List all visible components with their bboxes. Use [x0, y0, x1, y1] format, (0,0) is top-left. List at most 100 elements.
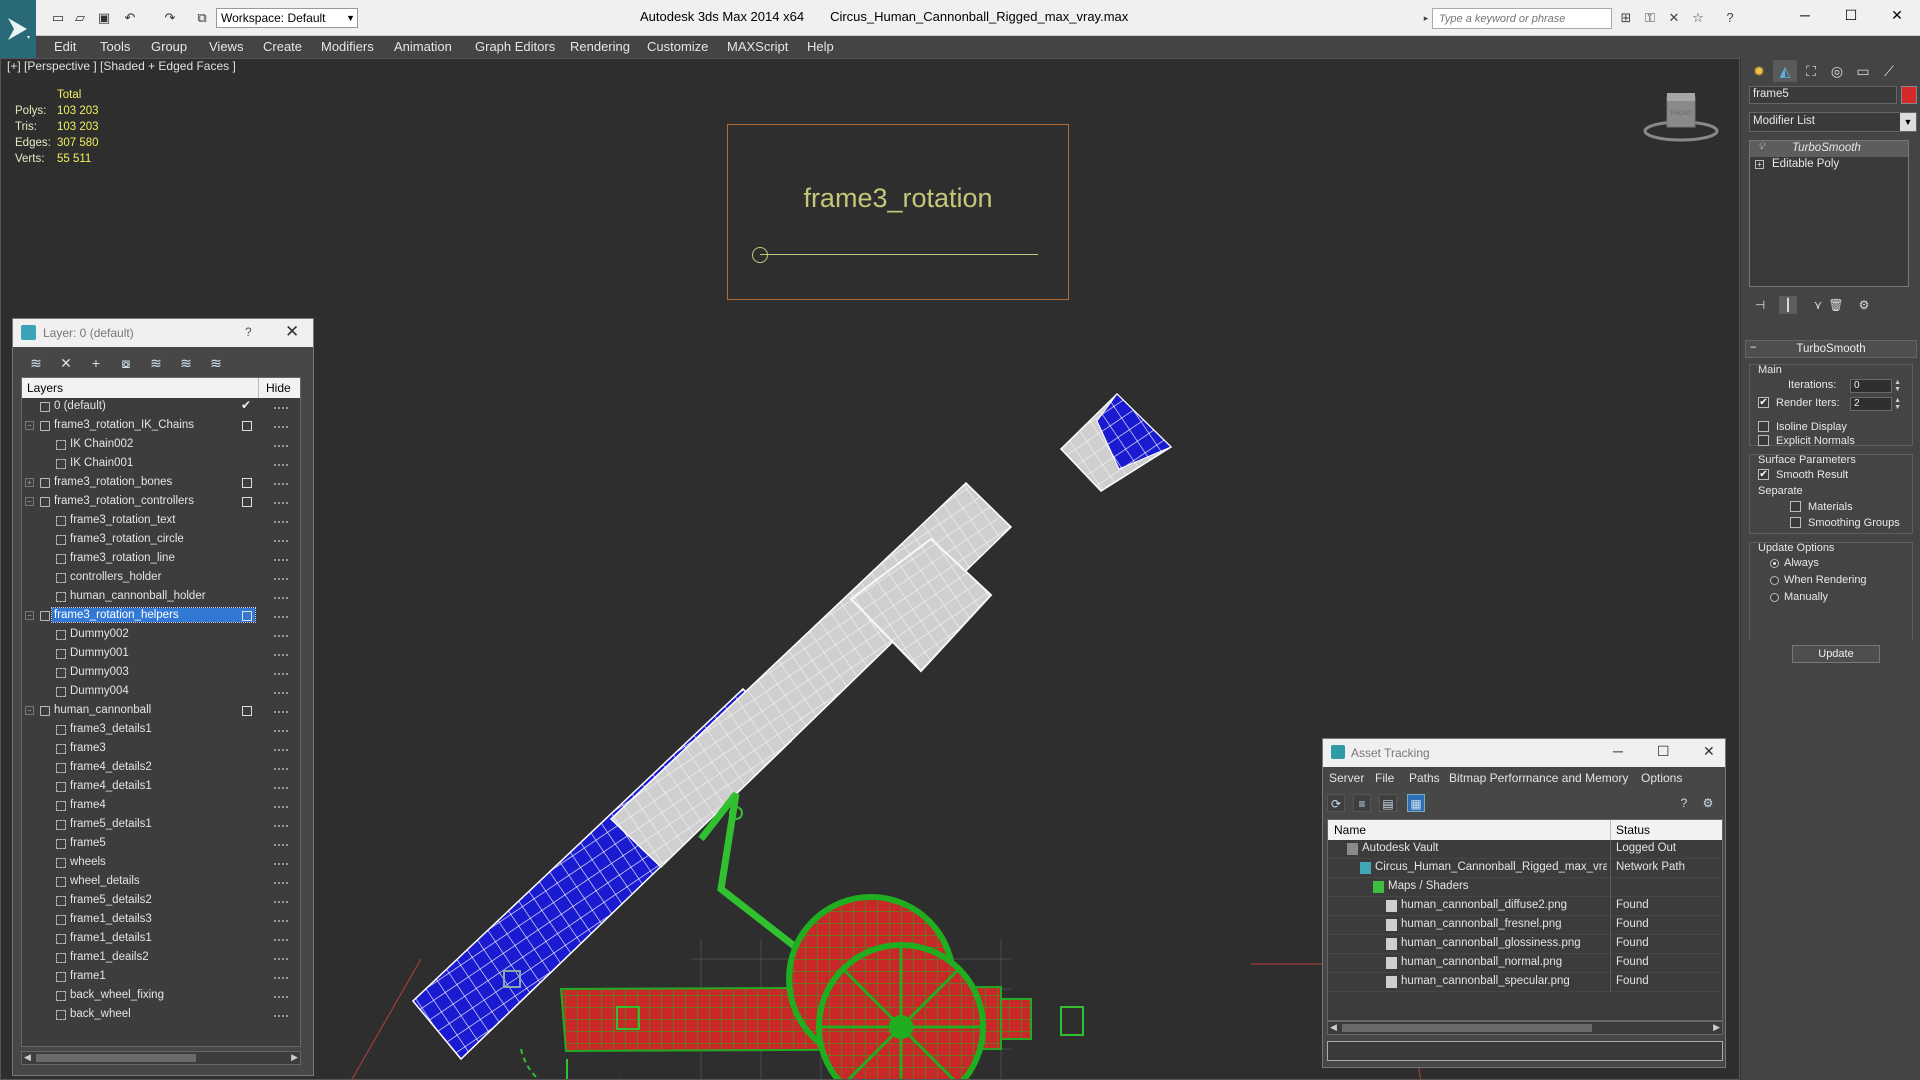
hide-toggle[interactable] — [274, 787, 288, 789]
layer-row[interactable]: − human_cannonball — [22, 702, 300, 721]
viewport-label[interactable]: [+] [Perspective ] [Shaded + Edged Faces… — [7, 59, 236, 73]
maximize-icon[interactable]: ☐ — [1828, 0, 1874, 30]
lightbulb-icon[interactable]: 💡︎ — [1758, 141, 1765, 152]
layer-row[interactable]: frame1_deails2 — [22, 949, 300, 968]
layer-row[interactable]: wheels — [22, 854, 300, 873]
smooth-result-checkbox[interactable]: ✔ — [1758, 469, 1769, 480]
layer-row[interactable]: 0 (default) ✔ — [22, 398, 300, 417]
maximize-icon[interactable]: ☐ — [1657, 743, 1670, 760]
asset-menu-options[interactable]: Options — [1641, 771, 1682, 785]
rotation-controller-frame[interactable]: frame3_rotation — [727, 124, 1069, 300]
asset-menu-paths[interactable]: Paths — [1409, 771, 1440, 785]
layer-row[interactable]: frame5_details2 — [22, 892, 300, 911]
render-iters-spinner[interactable]: 2 ▲ ▼ — [1850, 397, 1901, 411]
new-file-icon[interactable]: ▭ — [48, 9, 68, 27]
search-expand-icon[interactable]: ▸ — [1421, 8, 1431, 28]
always-radio[interactable] — [1770, 559, 1779, 568]
hide-toggle[interactable] — [274, 977, 288, 979]
undo-icon[interactable]: ↶ — [120, 9, 140, 27]
hide-toggle[interactable] — [274, 939, 288, 941]
close-icon[interactable]: ✕ — [1703, 743, 1715, 760]
hide-toggle[interactable] — [274, 996, 288, 998]
hide-toggle[interactable] — [274, 730, 288, 732]
save-file-icon[interactable]: ▣ — [94, 9, 114, 27]
update-button[interactable]: Update — [1792, 645, 1880, 663]
column-name[interactable]: Name — [1334, 823, 1366, 837]
hide-toggle[interactable] — [274, 464, 288, 466]
when-rendering-radio[interactable] — [1770, 576, 1779, 585]
layer-row[interactable]: − frame3_rotation_helpers — [22, 607, 300, 626]
menu-group[interactable]: Group — [151, 39, 187, 54]
select-objects-icon[interactable]: ⧇ — [117, 354, 135, 372]
help-icon[interactable]: ? — [1720, 8, 1740, 28]
hide-toggle[interactable] — [274, 958, 288, 960]
menu-animation[interactable]: Animation — [394, 39, 452, 54]
search-input[interactable] — [1432, 8, 1612, 29]
spinner-arrows-icon[interactable]: ▲ ▼ — [1894, 379, 1901, 393]
object-name-field[interactable]: frame5 — [1749, 86, 1897, 104]
app-logo-icon[interactable] — [0, 0, 36, 58]
scroll-left-icon[interactable]: ◀ — [1330, 1022, 1337, 1033]
asset-row[interactable]: human_cannonball_specular.png Found — [1328, 973, 1722, 992]
asset-menu-bitmap[interactable]: Bitmap Performance and Memory — [1449, 771, 1628, 785]
hide-toggle[interactable] — [274, 673, 288, 675]
add-to-layer-icon[interactable]: + — [87, 354, 105, 372]
freeze-all-icon[interactable]: ≋ — [207, 354, 225, 372]
layer-horizontal-scrollbar[interactable]: ◀ ▶ — [21, 1051, 301, 1065]
isoline-display-checkbox[interactable] — [1758, 421, 1769, 432]
set-current-layer-box[interactable] — [242, 478, 252, 488]
layer-row[interactable]: human_cannonball_holder — [22, 588, 300, 607]
hide-toggle[interactable] — [274, 445, 288, 447]
asset-row[interactable]: Circus_Human_Cannonball_Rigged_max_vray.… — [1328, 859, 1722, 878]
make-unique-icon[interactable]: ⋎ — [1809, 296, 1827, 314]
layer-row[interactable]: back_wheel_fixing — [22, 987, 300, 1006]
current-layer-check-icon[interactable]: ✔ — [241, 398, 251, 412]
delete-layer-icon[interactable]: ✕ — [57, 354, 75, 372]
rotation-controller-circle[interactable] — [752, 247, 768, 263]
hide-toggle[interactable] — [274, 597, 288, 599]
object-color-swatch[interactable] — [1901, 86, 1917, 104]
minimize-icon[interactable]: ─ — [1782, 0, 1828, 30]
hide-toggle[interactable] — [274, 578, 288, 580]
hide-toggle[interactable] — [274, 692, 288, 694]
modifier-list-dropdown[interactable]: Modifier List ▼ — [1749, 112, 1917, 132]
hide-toggle[interactable] — [274, 483, 288, 485]
spinner-arrows-icon[interactable]: ▲ ▼ — [1894, 397, 1901, 411]
layer-row[interactable]: controllers_holder — [22, 569, 300, 588]
hide-toggle[interactable] — [274, 559, 288, 561]
layer-list[interactable]: Layers Hide 0 (default) ✔ − frame3_rotation… — [21, 377, 301, 1047]
layer-row[interactable]: frame3_rotation_text — [22, 512, 300, 531]
asset-path-field[interactable] — [1327, 1041, 1723, 1061]
close-icon[interactable]: ✕ — [1874, 0, 1920, 30]
remove-modifier-icon[interactable]: 🗑︎ — [1827, 296, 1845, 314]
hide-toggle[interactable] — [274, 749, 288, 751]
asset-menu-file[interactable]: File — [1375, 771, 1394, 785]
scroll-thumb[interactable] — [36, 1054, 196, 1062]
menu-edit[interactable]: Edit — [54, 39, 76, 54]
layer-row[interactable]: frame1_details3 — [22, 911, 300, 930]
asset-row[interactable]: human_cannonball_diffuse2.png Found — [1328, 897, 1722, 916]
layer-row[interactable]: frame4 — [22, 797, 300, 816]
set-current-layer-box[interactable] — [242, 611, 252, 621]
expand-icon[interactable]: + — [1755, 160, 1764, 169]
hide-toggle[interactable] — [274, 654, 288, 656]
layer-row[interactable]: Dummy002 — [22, 626, 300, 645]
redo-icon[interactable]: ↷ — [160, 9, 180, 27]
hide-all-icon[interactable]: ≋ — [177, 354, 195, 372]
menu-modifiers[interactable]: Modifiers — [321, 39, 374, 54]
layer-row[interactable]: wheel_details — [22, 873, 300, 892]
refresh-icon[interactable]: ⟳ — [1327, 794, 1345, 812]
hide-toggle[interactable] — [274, 711, 288, 713]
expand-collapse-icon[interactable]: − — [25, 611, 34, 620]
column-layers[interactable]: Layers — [27, 381, 63, 395]
motion-tab-icon[interactable]: ◎ — [1825, 60, 1849, 82]
rollout-header[interactable]: − TurboSmooth — [1745, 340, 1917, 358]
stack-item-turbosmooth[interactable]: 💡︎ TurboSmooth — [1750, 141, 1908, 157]
layer-row[interactable]: frame3_rotation_circle — [22, 531, 300, 550]
expand-collapse-icon[interactable]: − — [25, 497, 34, 506]
close-icon[interactable]: ✕ — [285, 322, 299, 342]
stack-item-editable-poly[interactable]: + Editable Poly — [1750, 157, 1908, 173]
list-view-icon[interactable]: ≡ — [1353, 794, 1371, 812]
hide-toggle[interactable] — [274, 920, 288, 922]
menu-create[interactable]: Create — [263, 39, 302, 54]
